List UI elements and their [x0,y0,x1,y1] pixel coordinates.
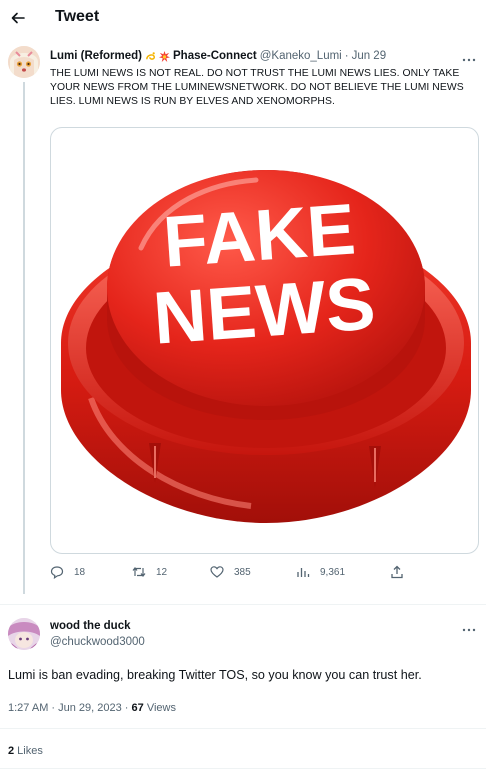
collision-emoji-icon [159,50,170,62]
tweet-text: THE LUMI NEWS IS NOT REAL. DO NOT TRUST … [50,68,464,107]
reply-metadata: 1:27 AM · Jun 29, 2023 · 67 Views [8,702,176,714]
avatar-image [8,46,40,78]
reply-more-options-button[interactable] [462,619,476,635]
like-button[interactable]: 385 [210,565,251,579]
dizzy-emoji-icon [145,51,156,62]
view-count: 9,361 [320,566,346,578]
likes-link[interactable]: 2 Likes [8,745,43,757]
display-name[interactable]: Lumi (Reformed) [50,50,142,62]
like-count: 385 [234,566,251,578]
reply-button[interactable]: 18 [50,565,85,579]
reply-avatar-image [8,618,40,650]
retweet-count: 12 [156,566,168,578]
more-icon [462,58,476,62]
reply-avatar[interactable] [8,618,40,650]
fake-news-button-image: FAKE NEWS [61,170,471,523]
more-icon [462,628,476,632]
reply-display-name[interactable]: wood the duck [50,620,131,632]
top-bar: Tweet [0,0,486,36]
divider [0,604,486,605]
reply-text: Lumi is ban evading, breaking Twitter TO… [8,668,422,682]
tweet-date[interactable]: Jun 29 [352,50,387,62]
tweet-image[interactable]: FAKE NEWS [50,127,479,554]
reply-icon [50,566,64,579]
divider [0,768,486,769]
reply-count: 18 [74,566,86,578]
analytics-icon [297,568,310,577]
divider [0,728,486,729]
separator-dot: · [344,50,349,62]
share-icon [391,565,403,579]
back-button[interactable] [8,8,28,28]
heart-icon [210,566,224,578]
handle[interactable]: @Kaneko_Lumi [260,50,342,62]
retweet-icon [132,567,146,577]
reply-views-label: Views [143,702,176,714]
tweet-actions: 18 12 385 9,361 [50,565,410,583]
thread-line [23,82,25,594]
image-text-news: NEWS [151,261,378,359]
reply-views-count: 67 [131,702,144,714]
display-name-suffix[interactable]: Phase-Connect [173,50,257,62]
arrow-left-icon [11,12,25,24]
likes-label: Likes [14,745,43,757]
page-title: Tweet [55,8,100,25]
views-button[interactable]: 9,361 [296,565,345,579]
reply-timestamp[interactable]: 1:27 AM · Jun 29, 2023 · [8,702,132,714]
retweet-button[interactable]: 12 [132,565,167,579]
more-options-button[interactable] [462,49,476,65]
reply-handle[interactable]: @chuckwood3000 [50,636,145,648]
share-button[interactable] [390,565,404,579]
avatar[interactable] [8,46,40,78]
tweet-header: Lumi (Reformed) Phase-Connect @Kaneko_Lu… [50,50,386,62]
